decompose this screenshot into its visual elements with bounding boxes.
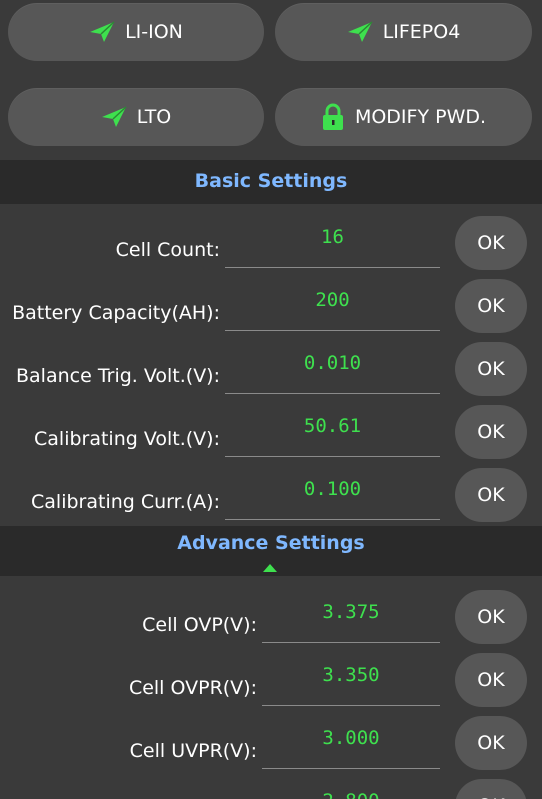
advance-settings-title: Advance Settings [177, 532, 365, 554]
setting-value-input[interactable]: 200 [225, 289, 440, 311]
paper-plane-icon [101, 106, 127, 127]
ok-button[interactable]: OK [455, 779, 527, 799]
setting-row-cell-ovpr: Cell OVPR(V): 3.350 OK [0, 650, 542, 713]
input-underline [262, 768, 440, 769]
setting-label: Cell UVPR(V): [129, 740, 257, 762]
modify-password-button[interactable]: MODIFY PWD. [275, 88, 532, 146]
lto-button[interactable]: LTO [8, 88, 264, 146]
paper-plane-icon [90, 21, 115, 42]
ok-button[interactable]: OK [455, 468, 527, 522]
setting-label: Cell OVP(V): [142, 614, 257, 636]
ok-button[interactable]: OK [455, 342, 527, 396]
setting-row-calibrating-volt: Calibrating Volt.(V): 50.61 OK [0, 401, 542, 464]
caret-up-icon [263, 564, 277, 572]
setting-label: Balance Trig. Volt.(V): [16, 365, 220, 387]
setting-value-input[interactable]: 0.010 [225, 352, 440, 374]
setting-value-input[interactable]: 0.100 [225, 478, 440, 500]
ok-button[interactable]: OK [455, 279, 527, 333]
setting-row-cell-count: Cell Count: 16 OK [0, 212, 542, 275]
setting-row-battery-capacity: Battery Capacity(AH): 200 OK [0, 275, 542, 338]
lifepo4-label: LIFEPO4 [382, 21, 461, 43]
setting-label: Calibrating Curr.(A): [31, 491, 220, 513]
setting-row-cell-uvpr: Cell UVPR(V): 3.000 OK [0, 713, 542, 776]
input-underline [262, 705, 440, 706]
input-underline [225, 393, 440, 394]
setting-value-input[interactable]: 3.000 [262, 727, 440, 749]
setting-value-input[interactable]: 3.350 [262, 664, 440, 686]
ok-button[interactable]: OK [455, 653, 527, 707]
li-ion-label: LI-ION [125, 21, 183, 43]
ok-button[interactable]: OK [455, 716, 527, 770]
setting-label: Cell Count: [115, 239, 220, 261]
setting-row-partial: 2.800 OK [0, 776, 542, 799]
input-underline [262, 642, 440, 643]
setting-value-input[interactable]: 3.375 [262, 601, 440, 623]
setting-value-input[interactable]: 2.800 [262, 790, 440, 799]
setting-label: Cell OVPR(V): [128, 677, 257, 699]
ok-button[interactable]: OK [455, 590, 527, 644]
modify-password-label: MODIFY PWD. [354, 106, 487, 128]
input-underline [225, 267, 440, 268]
setting-row-balance-trig-volt: Balance Trig. Volt.(V): 0.010 OK [0, 338, 542, 401]
ok-button[interactable]: OK [455, 216, 527, 270]
basic-settings-title: Basic Settings [194, 170, 348, 192]
lifepo4-button[interactable]: LIFEPO4 [275, 3, 532, 61]
setting-value-input[interactable]: 50.61 [225, 415, 440, 437]
ok-button[interactable]: OK [455, 405, 527, 459]
setting-label: Battery Capacity(AH): [12, 302, 220, 324]
paper-plane-icon [347, 21, 373, 42]
setting-value-input[interactable]: 16 [225, 226, 440, 248]
advance-settings-header[interactable]: Advance Settings [0, 526, 542, 576]
lto-label: LTO [136, 106, 172, 128]
input-underline [225, 330, 440, 331]
lock-icon [322, 103, 343, 130]
setting-row-calibrating-curr: Calibrating Curr.(A): 0.100 OK [0, 464, 542, 527]
input-underline [225, 519, 440, 520]
li-ion-button[interactable]: LI-ION [8, 3, 264, 61]
basic-settings-header: Basic Settings [0, 160, 542, 204]
setting-label: Calibrating Volt.(V): [34, 428, 220, 450]
input-underline [225, 456, 440, 457]
setting-row-cell-ovp: Cell OVP(V): 3.375 OK [0, 587, 542, 650]
